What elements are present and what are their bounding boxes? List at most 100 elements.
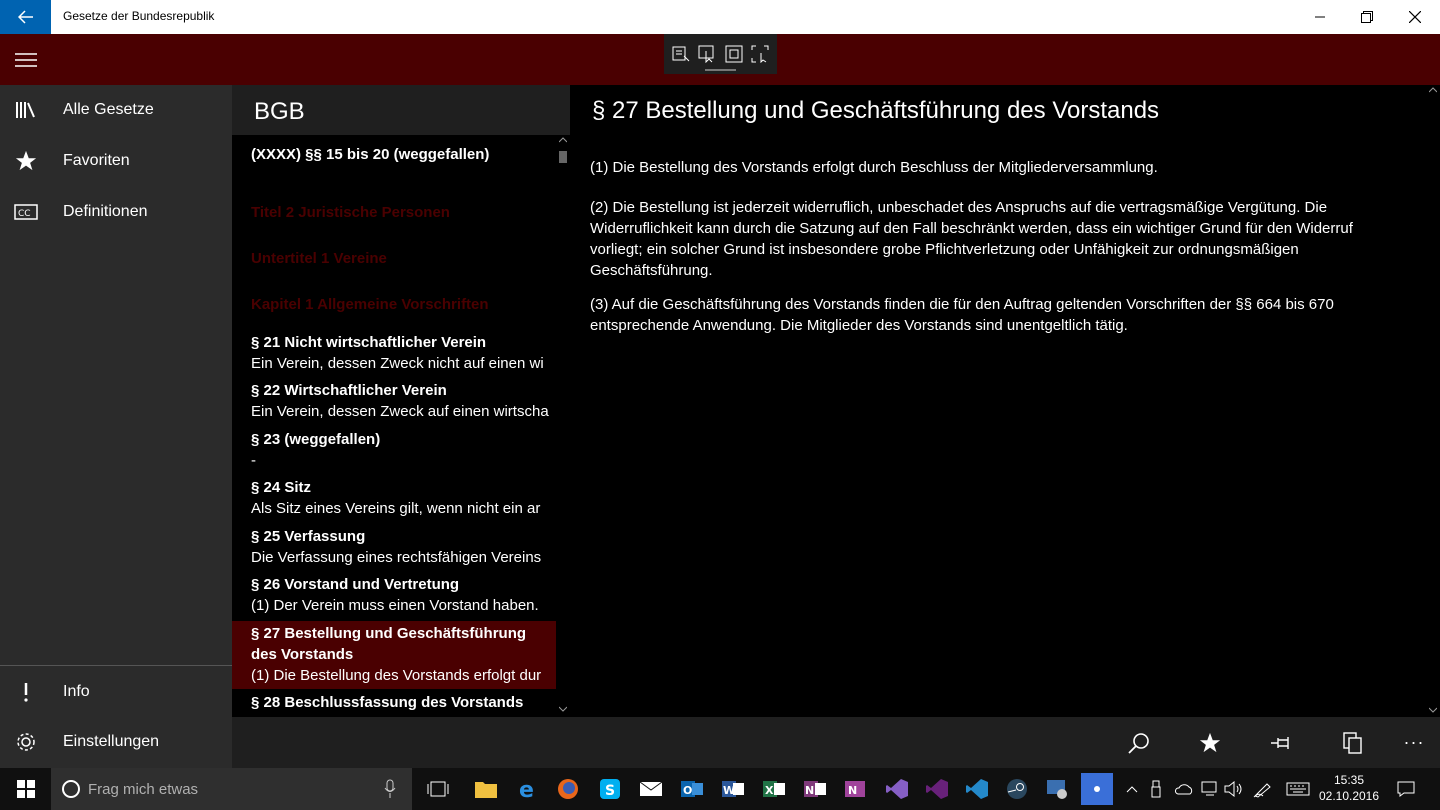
app-title: Gesetze der Bundesrepublik [63, 9, 215, 23]
list-item-preview: (1) Der Verein muss einen Vorstand haben… [251, 597, 539, 614]
list-item-title-line2: des Vorstands [251, 646, 354, 663]
nav-label: Info [63, 683, 90, 700]
section-list[interactable]: (XXXX) §§ 15 bis 20 (weggefallen) Titel … [232, 135, 556, 717]
gear-icon [16, 733, 35, 751]
region-capture-icon[interactable] [751, 45, 769, 63]
tray-network[interactable] [1197, 773, 1223, 805]
svg-text:S: S [605, 783, 615, 799]
capture-toolbar [664, 34, 777, 74]
taskbar-app-steam[interactable] [1001, 773, 1033, 805]
scrollbar-thumb[interactable] [559, 151, 567, 163]
scroll-up-icon[interactable] [1429, 87, 1437, 93]
more-button[interactable]: ··· [1389, 717, 1439, 768]
list-item-preview: - [251, 452, 256, 469]
list-item[interactable]: § 26 Vorstand und Vertretung (1) Der Ver… [232, 574, 556, 616]
nav-item-favoriten[interactable]: Favoriten [0, 136, 232, 186]
list-item[interactable]: § 25 Verfassung Die Verfassung eines rec… [232, 526, 556, 568]
taskbar-app-gesetze-active[interactable] [1081, 773, 1113, 805]
tray-overflow-button[interactable] [1117, 773, 1147, 805]
list-item[interactable]: § 22 Wirtschaftlicher Verein Ein Verein,… [232, 380, 556, 422]
list-item-preview: Die Verfassung eines rechtsfähigen Verei… [251, 549, 542, 566]
nav-item-definitionen[interactable]: CC Definitionen [0, 187, 232, 237]
taskbar-app-visual-studio[interactable] [881, 773, 913, 805]
restore-icon [1361, 11, 1373, 23]
cortana-icon [62, 780, 80, 798]
taskbar-app-visual-studio-2[interactable] [921, 773, 953, 805]
taskbar-app-onenote[interactable]: N [799, 773, 831, 805]
nav-item-einstellungen[interactable]: Einstellungen [0, 717, 232, 767]
clock-date: 02.10.2016 [1318, 789, 1380, 803]
list-item-preview: Ein Verein, dessen Zweck auf einen wirts… [251, 403, 549, 420]
scroll-down-icon[interactable] [559, 706, 567, 712]
taskbar-app-onenote-2[interactable]: N [840, 773, 872, 805]
list-item[interactable]: § 21 Nicht wirtschaftlicher Verein Ein V… [232, 332, 556, 374]
list-item[interactable]: (XXXX) §§ 15 bis 20 (weggefallen) [232, 144, 556, 165]
tray-cloud[interactable] [1171, 773, 1197, 805]
nav-item-alle-gesetze[interactable]: Alle Gesetze [0, 85, 232, 135]
start-button[interactable] [0, 768, 51, 810]
app-icon [1047, 780, 1067, 799]
list-item[interactable]: § 28 Beschlussfassung des Vorstands [232, 692, 556, 713]
taskbar-app-skype[interactable]: S [594, 773, 626, 805]
action-center-button[interactable] [1392, 773, 1420, 805]
list-item[interactable]: § 23 (weggefallen) - [232, 429, 556, 471]
list-heading[interactable]: Kapitel 1 Allgemeine Vorschriften [232, 294, 556, 315]
taskbar-app-explorer[interactable] [470, 773, 502, 805]
list-heading[interactable]: Untertitel 1 Vereine [232, 248, 556, 269]
nav-label: Favoriten [63, 152, 130, 169]
paragraph: (3) Auf die Geschäftsführung des Vorstan… [590, 296, 1334, 334]
fullscreen-capture-icon[interactable] [725, 45, 743, 63]
excel-icon: X [763, 781, 785, 797]
scroll-up-icon[interactable] [559, 137, 567, 143]
mail-icon [639, 781, 663, 796]
tray-usb[interactable] [1145, 773, 1167, 805]
tray-keyboard[interactable] [1283, 773, 1313, 805]
tray-pen[interactable] [1250, 773, 1276, 805]
clock-time: 15:35 [1333, 773, 1365, 787]
copy-button[interactable] [1328, 717, 1378, 768]
closed-caption-icon: CC [13, 204, 38, 220]
visual-studio-icon [886, 779, 908, 799]
hamburger-button[interactable] [0, 34, 51, 85]
taskbar-app-excel[interactable]: X [758, 773, 790, 805]
svg-text:N: N [848, 784, 857, 797]
tray-clock[interactable]: 15:35 02.10.2016 [1318, 772, 1380, 804]
taskbar-app-firefox[interactable] [552, 773, 584, 805]
pin-button[interactable] [1257, 717, 1307, 768]
taskbar-app-vscode[interactable] [961, 773, 993, 805]
list-item-title: § 27 Bestellung und Geschäftsführung [251, 625, 527, 642]
taskbar-app-word[interactable]: W [717, 773, 749, 805]
list-heading[interactable]: Titel 2 Juristische Personen [232, 202, 556, 223]
snip-tool-icon[interactable] [672, 45, 690, 63]
back-button[interactable] [0, 0, 51, 34]
list-item-title: § 25 Verfassung [251, 528, 366, 545]
tray-volume[interactable] [1221, 773, 1247, 805]
svg-text:X: X [765, 784, 774, 797]
list-item-selected[interactable]: § 27 Bestellung und Geschäftsführung des… [232, 621, 556, 689]
taskbar-app-mail[interactable] [635, 773, 667, 805]
microphone-icon[interactable] [384, 779, 396, 799]
restore-button[interactable] [1344, 0, 1390, 34]
onenote-icon: N [845, 781, 865, 797]
close-button[interactable] [1392, 0, 1438, 34]
nav-item-info[interactable]: Info [0, 667, 232, 717]
windows-logo-icon [16, 780, 35, 798]
cortana-search-box[interactable]: Frag mich etwas [51, 768, 412, 810]
task-view-button[interactable] [422, 773, 454, 805]
list-item[interactable]: § 24 Sitz Als Sitz eines Vereins gilt, w… [232, 477, 556, 519]
toolbar-drag-handle[interactable] [705, 69, 736, 71]
list-header: BGB [232, 85, 570, 135]
chevron-up-icon [1126, 786, 1138, 793]
svg-text:CC: CC [18, 209, 31, 219]
favorite-button[interactable] [1185, 717, 1235, 768]
taskbar-app-edge[interactable]: e [512, 773, 544, 805]
scroll-down-icon[interactable] [1429, 707, 1437, 713]
select-pointer-icon[interactable] [698, 45, 716, 63]
minimize-button[interactable] [1297, 0, 1343, 34]
minimize-icon [1315, 16, 1325, 18]
list-scrollbar[interactable] [556, 135, 570, 717]
content-scrollbar[interactable] [1426, 85, 1440, 717]
search-button[interactable] [1114, 717, 1164, 768]
taskbar-app-utility[interactable] [1041, 773, 1073, 805]
taskbar-app-outlook[interactable]: O [676, 773, 708, 805]
